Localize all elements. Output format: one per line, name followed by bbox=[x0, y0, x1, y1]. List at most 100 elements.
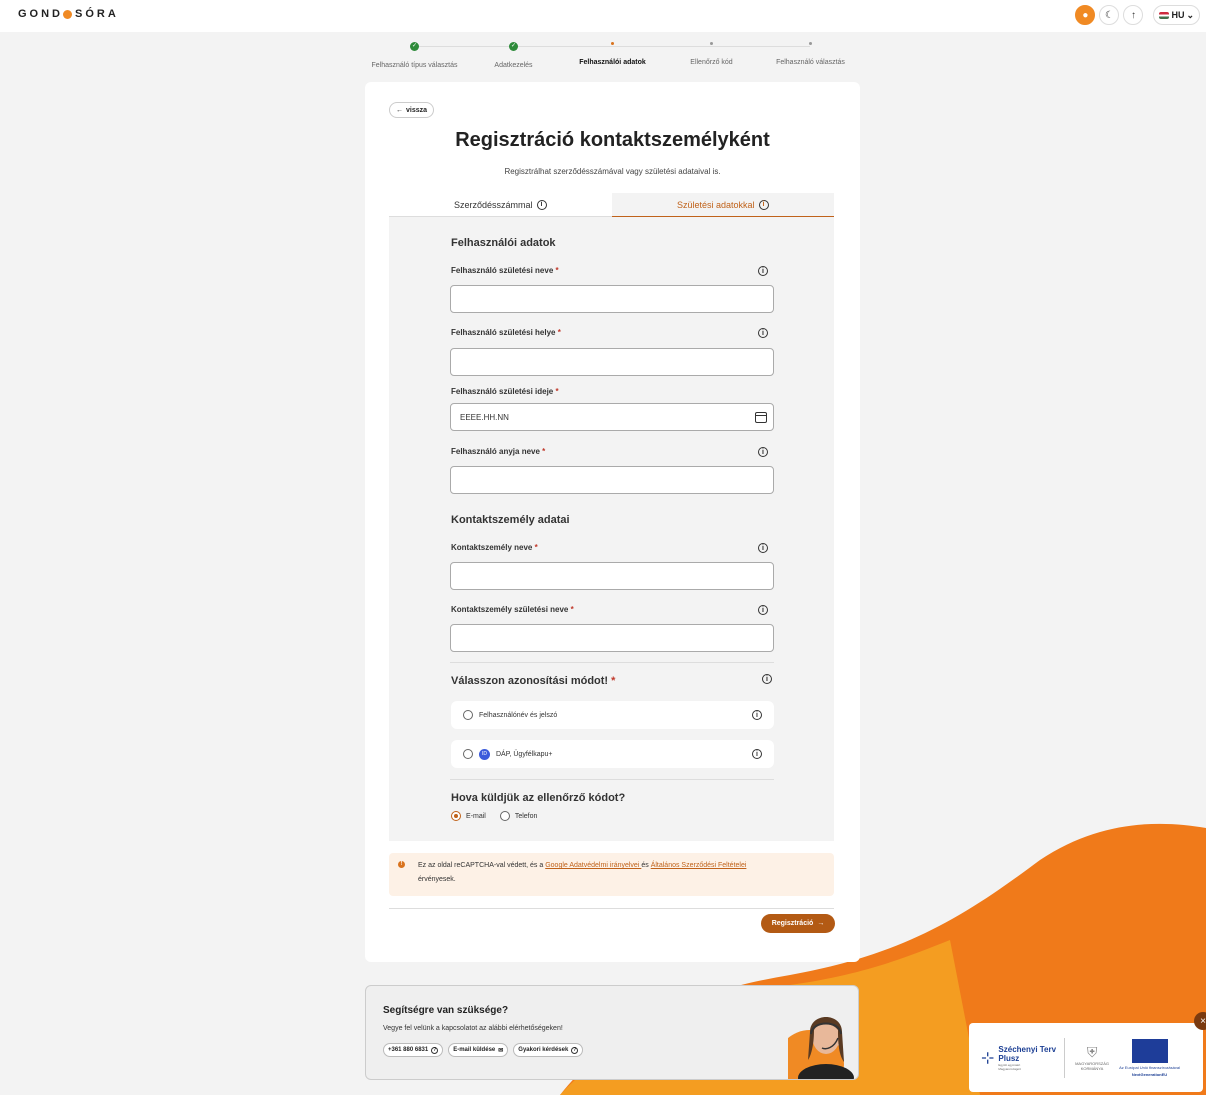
contact-birth-name-input[interactable] bbox=[450, 624, 774, 652]
back-button[interactable]: ← vissza bbox=[389, 102, 435, 118]
info-icon[interactable]: i bbox=[758, 328, 768, 338]
calendar-icon[interactable] bbox=[755, 411, 767, 423]
tab-contract-number[interactable]: Szerződésszámmal i bbox=[389, 193, 612, 217]
szechenyi-logo: ⊹ Széchenyi Terv Plusz Együtt egymáért M… bbox=[981, 1044, 1057, 1071]
step-verification-code: Ellenőrző kód bbox=[662, 37, 761, 66]
mail-icon: ✉ bbox=[498, 1047, 504, 1054]
info-icon[interactable]: i bbox=[758, 543, 768, 553]
send-code-options: E-mail Telefon bbox=[451, 811, 537, 821]
page-subtitle: Regisztrálhat szerződésszámával vagy szü… bbox=[504, 167, 721, 176]
info-icon[interactable]: i bbox=[752, 710, 762, 720]
info-icon[interactable]: i bbox=[758, 605, 768, 615]
info-icon[interactable]: i bbox=[752, 749, 762, 759]
step-label: Felhasználó választás bbox=[776, 59, 845, 66]
help-text: Vegye fel velünk a kapcsolatot az alábbi… bbox=[383, 1025, 563, 1032]
accessibility-icon[interactable]: ↑ bbox=[1123, 5, 1144, 25]
step-user-selection: Felhasználó választás bbox=[761, 37, 860, 66]
info-icon[interactable]: i bbox=[536, 199, 547, 210]
close-icon[interactable]: × bbox=[1194, 1012, 1206, 1030]
eu-logo: Az Európai Unió finanszírozásával NextGe… bbox=[1119, 1038, 1180, 1077]
date-placeholder: EEEE.HH.NN bbox=[460, 412, 509, 422]
info-icon: ? bbox=[431, 1046, 439, 1054]
send-code-title: Hova küldjük az ellenőrző kódot? bbox=[451, 792, 626, 804]
logo-text-left: GOND bbox=[18, 8, 63, 20]
support-agent-image bbox=[788, 1017, 854, 1079]
logo-text-right: SÓRA bbox=[75, 8, 119, 20]
step-dot bbox=[710, 41, 713, 45]
logo-dot-icon bbox=[63, 9, 72, 19]
alert-icon: ! bbox=[398, 861, 405, 868]
divider bbox=[450, 662, 774, 663]
email-button[interactable]: E-mail küldése ✉ bbox=[448, 1043, 509, 1057]
language-label: HU bbox=[1171, 10, 1185, 20]
terms-link[interactable]: Általános Szerződési Feltételei bbox=[651, 862, 747, 869]
logo[interactable]: GOND SÓRA bbox=[18, 8, 119, 20]
phone-button[interactable]: +361 880 6831? bbox=[383, 1043, 444, 1057]
step-dot-current bbox=[611, 41, 614, 45]
contact-birth-name-label: Kontaktszemély születési neve * bbox=[451, 605, 574, 614]
auth-option-dap[interactable]: ID DÁP, Ügyfélkapu+ i bbox=[451, 740, 774, 768]
theme-light-icon[interactable]: ● bbox=[1075, 5, 1096, 25]
eu-flag-icon bbox=[1131, 1038, 1168, 1063]
section-contact-data: Kontaktszemély adatai bbox=[451, 514, 570, 526]
step-label: Adatkezelés bbox=[494, 62, 533, 69]
info-icon[interactable]: i bbox=[758, 266, 768, 276]
radio-email[interactable] bbox=[451, 811, 461, 821]
arrow-left-icon: ← bbox=[396, 106, 403, 114]
auth-option-label: DÁP, Ügyfélkapu+ bbox=[496, 750, 553, 758]
auth-option-password[interactable]: Felhasználónév és jelszó i bbox=[451, 701, 774, 729]
divider bbox=[389, 908, 834, 909]
check-icon: ✓ bbox=[410, 41, 419, 51]
hungarian-flag-icon bbox=[1159, 11, 1170, 19]
registration-tabs: Szerződésszámmal i Születési adatokkal i bbox=[389, 193, 834, 217]
recaptcha-notice: ! Ez az oldal reCAPTCHA-val védett, és a… bbox=[389, 853, 834, 896]
check-icon: ✓ bbox=[509, 41, 518, 51]
register-button[interactable]: Regisztráció → bbox=[761, 914, 835, 933]
faq-button[interactable]: Gyakori kérdések? bbox=[513, 1043, 584, 1057]
funding-logos: ⊹ Széchenyi Terv Plusz Együtt egymáért M… bbox=[969, 1023, 1203, 1092]
birth-date-label: Felhasználó születési ideje * bbox=[451, 387, 559, 396]
birth-name-label: Felhasználó születési neve * bbox=[451, 266, 559, 275]
mother-name-input[interactable] bbox=[450, 466, 774, 494]
auth-method-title: Válasszon azonosítási módot! * bbox=[451, 675, 616, 687]
top-bar: GOND SÓRA ● ☾ ↑ HU ⌄ bbox=[0, 0, 1206, 32]
page-title: Regisztráció kontaktszemélyként bbox=[455, 129, 770, 151]
contact-name-input[interactable] bbox=[450, 562, 774, 590]
radio-dap[interactable] bbox=[463, 749, 473, 759]
question-icon: ? bbox=[571, 1046, 579, 1054]
step-user-data: Felhasználói adatok bbox=[563, 37, 662, 66]
step-label: Ellenőrző kód bbox=[690, 59, 733, 66]
hungarian-government-logo: ⛨ MAGYARORSZÁG KORMÁNYA bbox=[1073, 1044, 1111, 1071]
divider bbox=[1064, 1037, 1066, 1078]
birth-name-input[interactable] bbox=[450, 285, 774, 313]
contact-name-label: Kontaktszemély neve * bbox=[451, 543, 538, 552]
szechenyi-cross-icon: ⊹ bbox=[981, 1049, 995, 1067]
birth-date-input[interactable]: EEEE.HH.NN bbox=[450, 403, 774, 431]
step-label: Felhasználói adatok bbox=[579, 59, 646, 66]
info-icon[interactable]: i bbox=[758, 447, 768, 457]
radio-password[interactable] bbox=[463, 710, 473, 720]
help-box: Segítségre van szüksége? Vegye fel velün… bbox=[365, 985, 859, 1080]
arrow-right-icon: → bbox=[817, 920, 825, 927]
step-user-type: ✓ Felhasználó típus választás bbox=[365, 40, 464, 69]
step-dot bbox=[809, 41, 812, 45]
send-option-email[interactable]: E-mail bbox=[451, 811, 486, 821]
language-selector[interactable]: HU ⌄ bbox=[1153, 5, 1200, 25]
info-icon[interactable]: i bbox=[762, 674, 772, 684]
birth-place-label: Felhasználó születési helye * bbox=[451, 328, 561, 337]
mother-name-label: Felhasználó anyja neve * bbox=[451, 447, 546, 456]
radio-phone[interactable] bbox=[499, 811, 510, 821]
section-user-data: Felhasználói adatok bbox=[451, 237, 556, 249]
send-option-phone[interactable]: Telefon bbox=[499, 811, 537, 821]
auth-option-label: Felhasználónév és jelszó bbox=[479, 711, 558, 719]
theme-dark-icon[interactable]: ☾ bbox=[1099, 5, 1120, 25]
tab-birth-data[interactable]: Születési adatokkal i bbox=[611, 193, 834, 217]
step-label: Felhasználó típus választás bbox=[371, 62, 458, 69]
google-privacy-link[interactable]: Google Adatvédelmi irányelvei bbox=[545, 862, 641, 869]
dap-icon: ID bbox=[479, 748, 490, 760]
top-controls: ● ☾ ↑ HU ⌄ bbox=[1075, 5, 1200, 25]
tab-label: Szerződésszámmal bbox=[453, 199, 533, 210]
step-data-handling: ✓ Adatkezelés bbox=[464, 40, 563, 69]
info-icon[interactable]: i bbox=[758, 199, 769, 210]
birth-place-input[interactable] bbox=[450, 348, 774, 376]
